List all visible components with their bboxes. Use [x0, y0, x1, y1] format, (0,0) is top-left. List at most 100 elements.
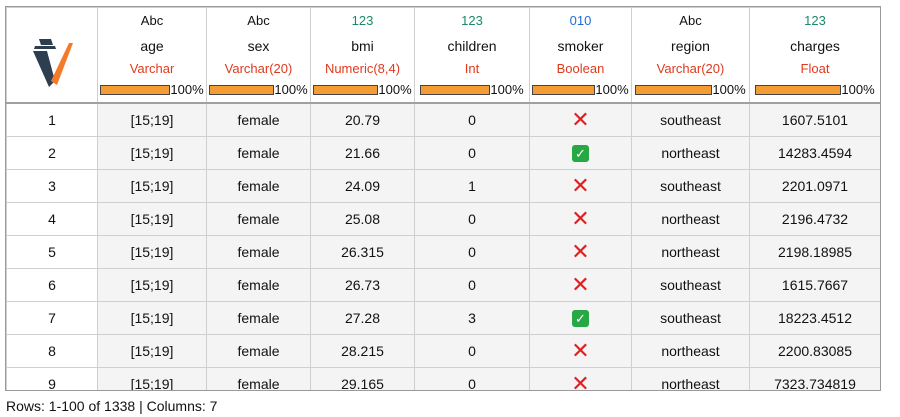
cell-bmi[interactable]: 27.28: [310, 301, 415, 335]
cell-bmi[interactable]: 28.215: [310, 334, 415, 368]
cell-children[interactable]: 1: [414, 169, 530, 203]
completeness-percent: 100%: [595, 82, 629, 97]
cell-charges[interactable]: 2196.4732: [749, 202, 880, 236]
cell-children[interactable]: 0: [414, 367, 530, 390]
column-name: bmi: [351, 38, 374, 54]
cell-sex[interactable]: female: [206, 102, 311, 137]
cell-sex[interactable]: female: [206, 202, 311, 236]
cell-age[interactable]: [15;19]: [97, 102, 207, 137]
column-header-smoker[interactable]: 010 smoker Boolean 100%: [529, 7, 632, 104]
table-row[interactable]: 9 [15;19] female 29.165 0 ✕ northeast 7323.7348…: [6, 367, 880, 391]
table-row[interactable]: 1 [15;19] female 20.79 0 ✕ southeast 1607.5101: [6, 102, 880, 137]
column-header-region[interactable]: Abc region Varchar(20) 100%: [631, 7, 750, 104]
column-type-icon: Abc: [247, 13, 270, 28]
cell-charges[interactable]: 1607.5101: [749, 102, 880, 137]
column-header-children[interactable]: 123 children Int 100%: [414, 7, 530, 104]
cell-smoker[interactable]: ✓: [529, 301, 632, 335]
cell-children[interactable]: 0: [414, 235, 530, 269]
table-row[interactable]: 2 [15;19] female 21.66 0 ✓ northeast 14283.4594: [6, 136, 880, 170]
check-icon: ✓: [572, 144, 589, 162]
cell-region[interactable]: northeast: [631, 367, 750, 390]
cell-region[interactable]: southeast: [631, 102, 750, 137]
cell-children[interactable]: 3: [414, 301, 530, 335]
cell-region[interactable]: northeast: [631, 202, 750, 236]
cell-smoker[interactable]: ✕: [529, 235, 632, 269]
cell-age[interactable]: [15;19]: [97, 235, 207, 269]
cell-region[interactable]: southeast: [631, 301, 750, 335]
cell-children[interactable]: 0: [414, 102, 530, 137]
cell-sex[interactable]: female: [206, 301, 311, 335]
cell-bmi[interactable]: 25.08: [310, 202, 415, 236]
table-row[interactable]: 7 [15;19] female 27.28 3 ✓ southeast 18223.4512: [6, 301, 880, 335]
cell-sex[interactable]: female: [206, 334, 311, 368]
completeness-indicator: 100%: [632, 83, 749, 97]
cell-children[interactable]: 0: [414, 202, 530, 236]
cell-age[interactable]: [15;19]: [97, 268, 207, 302]
column-header-age[interactable]: Abc age Varchar 100%: [97, 7, 207, 104]
cell-age[interactable]: [15;19]: [97, 169, 207, 203]
column-header-sex[interactable]: Abc sex Varchar(20) 100%: [206, 7, 311, 104]
cell-children[interactable]: 0: [414, 268, 530, 302]
table-row[interactable]: 6 [15;19] female 26.73 0 ✕ southeast 1615.7667: [6, 268, 880, 302]
column-type-icon: 123: [351, 13, 374, 28]
cell-region[interactable]: northeast: [631, 136, 750, 170]
cell-charges[interactable]: 14283.4594: [749, 136, 880, 170]
cell-region[interactable]: southeast: [631, 169, 750, 203]
cell-age[interactable]: [15;19]: [97, 301, 207, 335]
cell-sex[interactable]: female: [206, 268, 311, 302]
cell-bmi[interactable]: 21.66: [310, 136, 415, 170]
cell-sex[interactable]: female: [206, 169, 311, 203]
cell-bmi[interactable]: 24.09: [310, 169, 415, 203]
completeness-bar: [313, 85, 379, 95]
cell-charges[interactable]: 2200.83085: [749, 334, 880, 368]
cell-region[interactable]: northeast: [631, 334, 750, 368]
cell-charges[interactable]: 1615.7667: [749, 268, 880, 302]
cell-age[interactable]: [15;19]: [97, 202, 207, 236]
cell-charges[interactable]: 2201.0971: [749, 169, 880, 203]
cell-bmi[interactable]: 29.165: [310, 367, 415, 390]
cell-smoker[interactable]: ✕: [529, 334, 632, 368]
column-datatype: Varchar(20): [656, 61, 725, 76]
cell-bmi[interactable]: 26.315: [310, 235, 415, 269]
row-index: 1: [6, 102, 98, 137]
column-header-charges[interactable]: 123 charges Float 100%: [749, 7, 880, 104]
cell-sex[interactable]: female: [206, 367, 311, 390]
cell-region[interactable]: northeast: [631, 235, 750, 269]
cell-smoker[interactable]: ✕: [529, 102, 632, 137]
table-row[interactable]: 5 [15;19] female 26.315 0 ✕ northeast 2198.1898…: [6, 235, 880, 269]
cell-smoker[interactable]: ✕: [529, 169, 632, 203]
column-type-icon: 123: [461, 13, 483, 28]
column-type-icon: Abc: [679, 13, 702, 28]
cell-age[interactable]: [15;19]: [97, 136, 207, 170]
cell-region[interactable]: southeast: [631, 268, 750, 302]
table-row[interactable]: 4 [15;19] female 25.08 0 ✕ northeast 2196.4732: [6, 202, 880, 236]
header-row: Abc age Varchar 100% Abc sex Varchar(20) 100% 12…: [6, 7, 880, 104]
cell-sex[interactable]: female: [206, 235, 311, 269]
cell-children[interactable]: 0: [414, 334, 530, 368]
cross-icon: ✕: [571, 239, 590, 264]
cell-smoker[interactable]: ✕: [529, 367, 632, 391]
cell-smoker[interactable]: ✕: [529, 202, 632, 236]
cell-charges[interactable]: 7323.734819: [749, 367, 880, 390]
cell-charges[interactable]: 18223.4512: [749, 301, 880, 335]
cell-sex[interactable]: female: [206, 136, 311, 170]
cross-icon: ✕: [571, 371, 590, 391]
table-row[interactable]: 3 [15;19] female 24.09 1 ✕ southeast 2201.0971: [6, 169, 880, 203]
cross-icon: ✕: [571, 272, 590, 297]
cell-smoker[interactable]: ✕: [529, 268, 632, 302]
cell-age[interactable]: [15;19]: [97, 334, 207, 368]
column-header-bmi[interactable]: 123 bmi Numeric(8,4) 100%: [310, 7, 415, 104]
cell-bmi[interactable]: 20.79: [310, 102, 415, 137]
cell-bmi[interactable]: 26.73: [310, 268, 415, 302]
row-index: 2: [6, 136, 98, 170]
cell-smoker[interactable]: ✓: [529, 136, 632, 170]
cell-children[interactable]: 0: [414, 136, 530, 170]
column-name: sex: [247, 38, 270, 54]
data-grid: Abc age Varchar 100% Abc sex Varchar(20) 100% 12…: [5, 6, 881, 391]
completeness-indicator: 100%: [415, 83, 529, 97]
cell-age[interactable]: [15;19]: [97, 367, 207, 390]
completeness-bar: [100, 85, 171, 95]
table-row[interactable]: 8 [15;19] female 28.215 0 ✕ northeast 2200.8308…: [6, 334, 880, 368]
column-type-icon: 010: [569, 13, 592, 28]
cell-charges[interactable]: 2198.18985: [749, 235, 880, 269]
